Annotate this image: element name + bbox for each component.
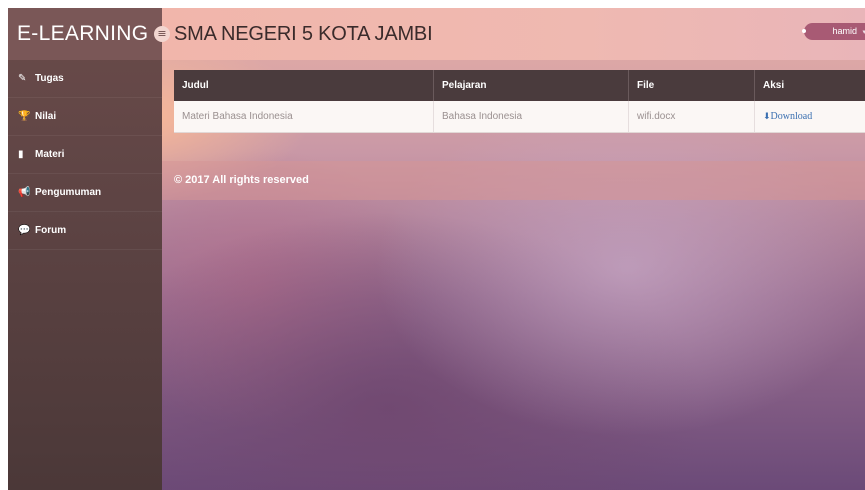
sidebar-item-label: Nilai [35,111,57,122]
book-icon: ▮ [18,149,24,160]
materials-table: Judul Pelajaran File Aksi Materi Bahasa … [174,70,865,133]
page-title: SMA NEGERI 5 KOTA JAMBI [174,23,433,45]
bullhorn-icon: 📢 [18,187,31,198]
column-header-judul: Judul [174,70,434,101]
user-name: hamid [832,26,857,36]
download-label: Download [770,111,813,122]
table-header-row: Judul Pelajaran File Aksi [174,70,865,101]
sidebar-item-pengumuman[interactable]: 📢 Pengumuman [8,174,162,212]
brand-logo[interactable]: E-LEARNING [8,8,162,60]
status-dot-icon [802,29,806,33]
sidebar-item-label: Tugas [35,73,64,84]
footer: © 2017 All rights reserved [162,161,865,200]
comments-icon: 💬 [18,225,31,236]
sidebar-toggle-icon[interactable]: ≡ [154,26,170,42]
sidebar-item-forum[interactable]: 💬 Forum [8,212,162,250]
column-header-aksi: Aksi [754,70,865,101]
sidebar-item-label: Materi [35,149,65,160]
sidebar-item-tugas[interactable]: ✎ Tugas [8,60,162,98]
user-menu-button[interactable]: hamid ▾ [802,23,865,40]
download-link[interactable]: ⬇Download [754,101,865,133]
copyright-text: © 2017 All rights reserved [174,174,309,186]
sidebar-item-nilai[interactable]: 🏆 Nilai [8,98,162,136]
table-row: Materi Bahasa Indonesia Bahasa Indonesia… [174,101,865,133]
sidebar-item-label: Pengumuman [35,187,102,198]
sidebar: E-LEARNING ✎ Tugas 🏆 Nilai ▮ Materi 📢 Pe… [8,8,162,490]
sidebar-item-label: Forum [35,225,67,236]
download-icon: ⬇ [763,112,771,122]
cell-file: wifi.docx [628,101,755,133]
brand-title: E-LEARNING [17,22,149,45]
header: SMA NEGERI 5 KOTA JAMBI hamid ▾ [162,8,865,60]
column-header-file: File [628,70,755,101]
cell-judul: Materi Bahasa Indonesia [174,101,434,133]
column-header-pelajaran: Pelajaran [433,70,629,101]
app-frame: E-LEARNING ✎ Tugas 🏆 Nilai ▮ Materi 📢 Pe… [8,8,865,490]
cell-pelajaran: Bahasa Indonesia [433,101,629,133]
pencil-icon: ✎ [18,73,27,84]
sidebar-item-materi[interactable]: ▮ Materi [8,136,162,174]
trophy-icon: 🏆 [18,111,31,122]
